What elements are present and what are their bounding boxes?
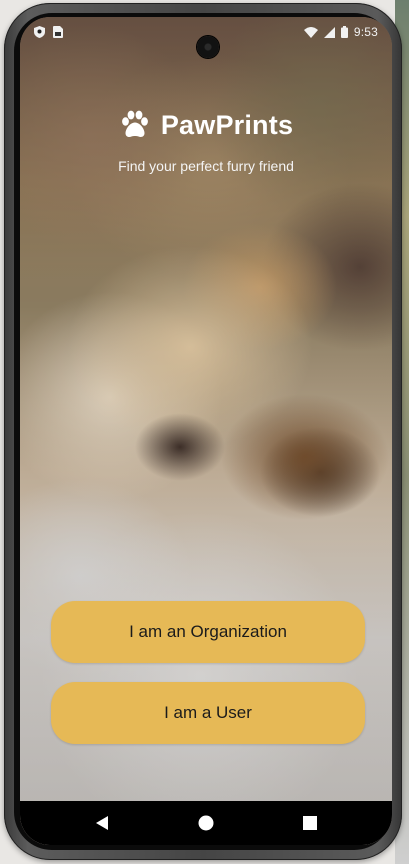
signal-icon — [323, 26, 335, 38]
recents-icon — [303, 816, 317, 830]
home-icon — [198, 815, 214, 831]
status-time: 9:53 — [353, 25, 378, 39]
recents-button[interactable] — [295, 808, 325, 838]
navigation-bar — [20, 801, 392, 845]
app-screen: 9:53 PawPrints Find your perfect furry f… — [20, 17, 392, 845]
app-header: PawPrints — [20, 109, 392, 141]
battery-icon — [340, 26, 348, 38]
home-button[interactable] — [191, 808, 221, 838]
app-title: PawPrints — [160, 109, 294, 140]
front-camera — [197, 36, 219, 58]
organization-button[interactable]: I am an Organization — [51, 601, 365, 663]
app-tagline: Find your perfect furry friend — [118, 158, 294, 174]
back-icon — [95, 815, 109, 831]
sim-card-icon — [53, 26, 63, 38]
status-left-icons — [34, 26, 63, 38]
back-button[interactable] — [87, 808, 117, 838]
shield-icon — [34, 26, 45, 38]
phone-frame: 9:53 PawPrints Find your perfect furry f… — [4, 3, 402, 860]
wifi-icon — [303, 26, 318, 38]
user-button[interactable]: I am a User — [51, 682, 365, 744]
status-right-icons: 9:53 — [303, 25, 378, 39]
paw-icon — [119, 109, 151, 141]
